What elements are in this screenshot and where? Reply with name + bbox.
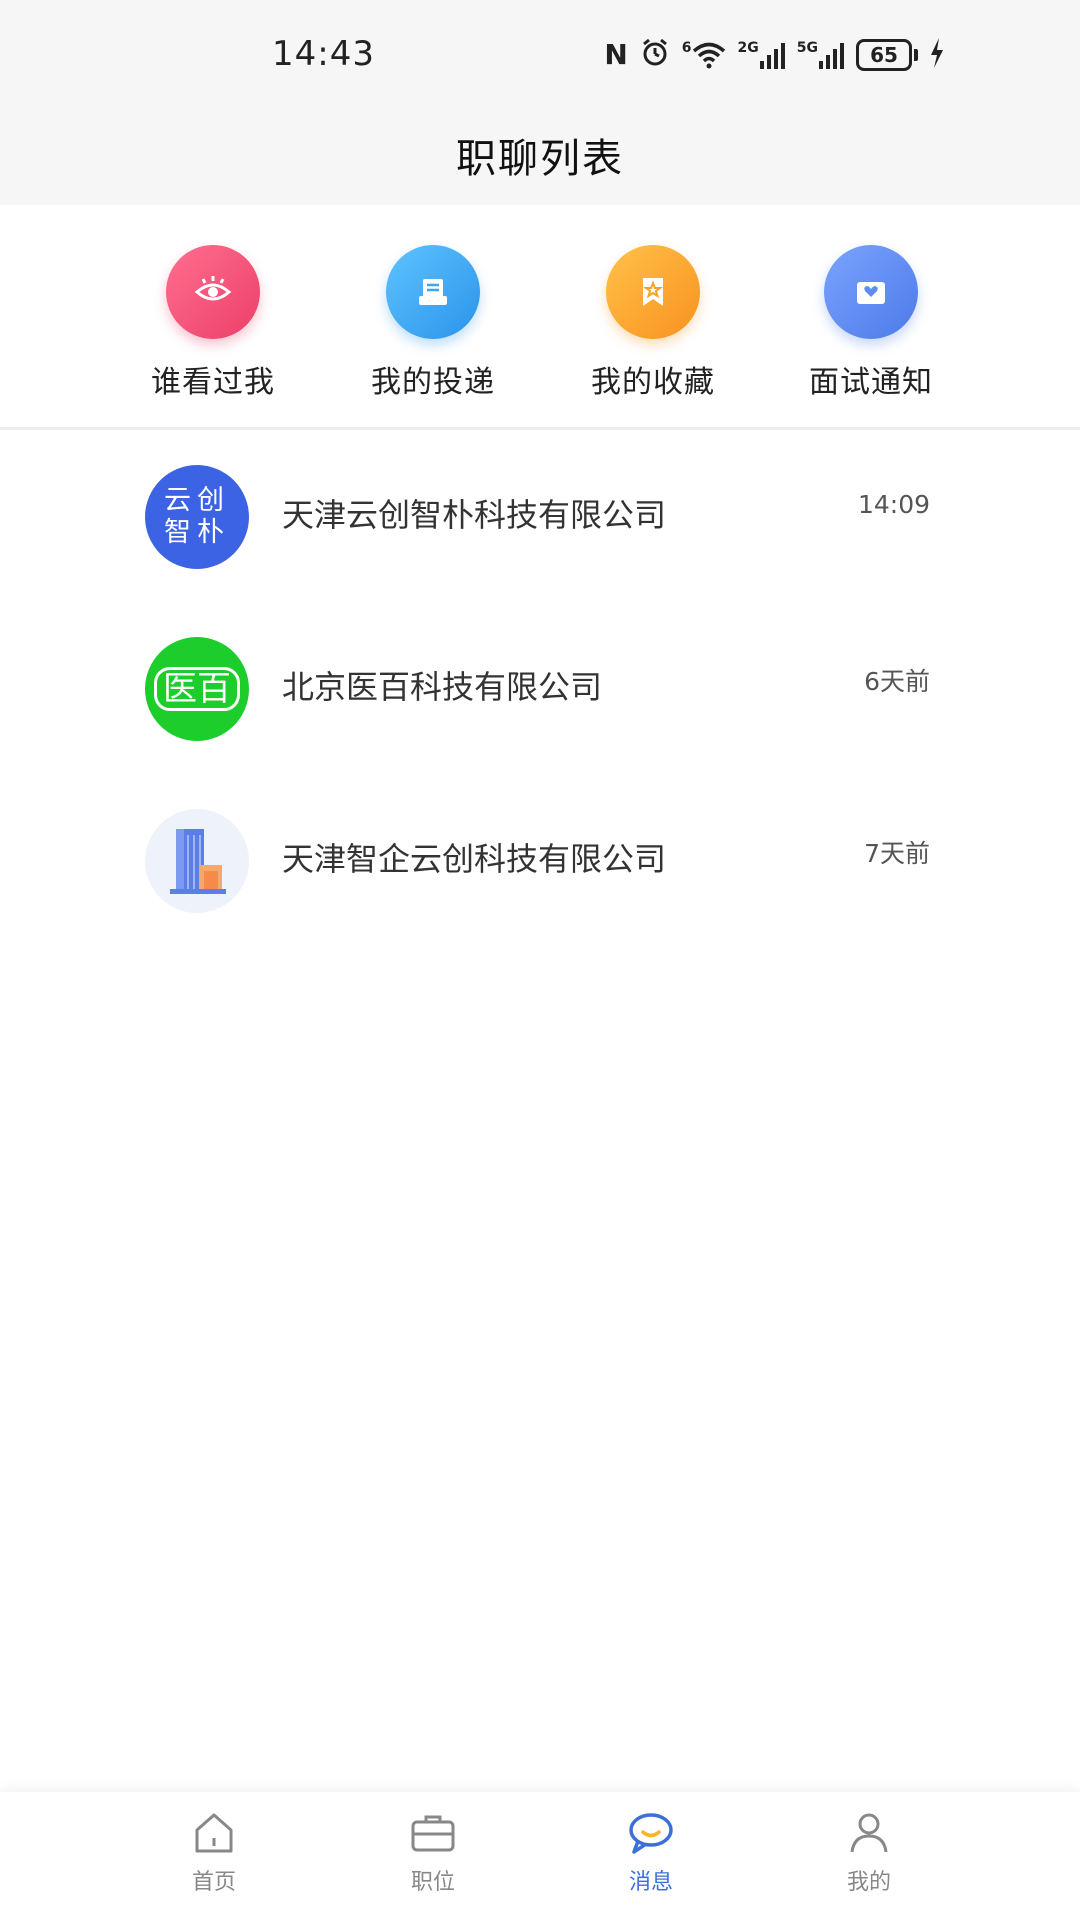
company-name: 北京医百科技有限公司 [282, 668, 603, 706]
eye-icon [166, 245, 260, 339]
quick-action-label: 谁看过我 [151, 365, 275, 400]
chat-bubble-icon [629, 1813, 673, 1854]
avatar-text: 医百 [154, 667, 240, 711]
quick-action-my-applications[interactable]: 我的投递 [333, 245, 533, 401]
alarm-icon [640, 38, 670, 72]
quick-action-label: 我的投递 [371, 365, 495, 400]
tab-label: 我的 [846, 1870, 891, 1895]
bottom-tab-bar: 首页 职位 消息 我的 [0, 1792, 1080, 1920]
signal-sim2-icon: 5G [797, 41, 844, 69]
bookmark-star-icon [606, 245, 700, 339]
person-icon [850, 1813, 888, 1853]
chat-time: 6天前 [864, 667, 930, 696]
tab-home[interactable]: 首页 [134, 1810, 294, 1896]
avatar: 云创 智朴 [145, 465, 249, 569]
document-icon [386, 245, 480, 339]
quick-action-label: 面试通知 [809, 365, 933, 400]
envelope-heart-icon [824, 245, 918, 339]
signal-sim1-icon: 2G [738, 41, 785, 69]
quick-action-label: 我的收藏 [591, 365, 715, 400]
wifi-badge: 6 [681, 40, 692, 56]
quick-action-favorites[interactable]: 我的收藏 [553, 245, 753, 401]
sim2-label: 5G [796, 40, 818, 56]
tab-profile[interactable]: 我的 [789, 1810, 949, 1896]
page-title: 职聊列表 [456, 136, 624, 182]
tab-jobs[interactable]: 职位 [353, 1810, 513, 1896]
tab-label: 首页 [191, 1870, 236, 1895]
battery-icon: 65 [856, 39, 918, 71]
building-icon [145, 809, 249, 913]
chat-time: 14:09 [857, 490, 930, 519]
chat-time: 7天前 [864, 839, 930, 868]
briefcase-icon [411, 1815, 455, 1852]
company-name: 天津智企云创科技有限公司 [282, 840, 667, 878]
tab-label: 消息 [628, 1870, 673, 1895]
chat-item[interactable]: 天津智企云创科技有限公司 7天前 [0, 774, 1080, 946]
top-bar: 14:43 N 6 2G 5G 65 职聊列表 [0, 0, 1080, 205]
quick-action-interview-notice[interactable]: 面试通知 [771, 245, 971, 401]
quick-actions: 谁看过我 我的投递 我的收藏 面试通知 [0, 205, 1080, 427]
nfc-icon: N [604, 38, 628, 71]
screen: 14:43 N 6 2G 5G 65 职聊列表 谁看过我 我的投递 我的收藏 面… [0, 0, 1080, 1920]
chat-item[interactable]: 云创 智朴 天津云创智朴科技有限公司 14:09 [0, 430, 1080, 602]
battery-level: 65 [856, 39, 912, 71]
wifi-icon: 6 [682, 41, 726, 69]
avatar: 医百 [145, 637, 249, 741]
avatar-text: 云创 智朴 [164, 485, 230, 548]
chat-item[interactable]: 医百 北京医百科技有限公司 6天前 [0, 602, 1080, 774]
company-name: 天津云创智朴科技有限公司 [282, 496, 667, 534]
sim1-label: 2G [737, 40, 759, 56]
status-icons: N 6 2G 5G 65 [604, 38, 944, 72]
tab-messages[interactable]: 消息 [571, 1810, 731, 1896]
home-icon [195, 1813, 233, 1853]
charging-icon [930, 38, 944, 72]
tab-label: 职位 [410, 1870, 455, 1895]
status-time: 14:43 [272, 34, 375, 74]
quick-action-who-viewed[interactable]: 谁看过我 [113, 245, 313, 401]
